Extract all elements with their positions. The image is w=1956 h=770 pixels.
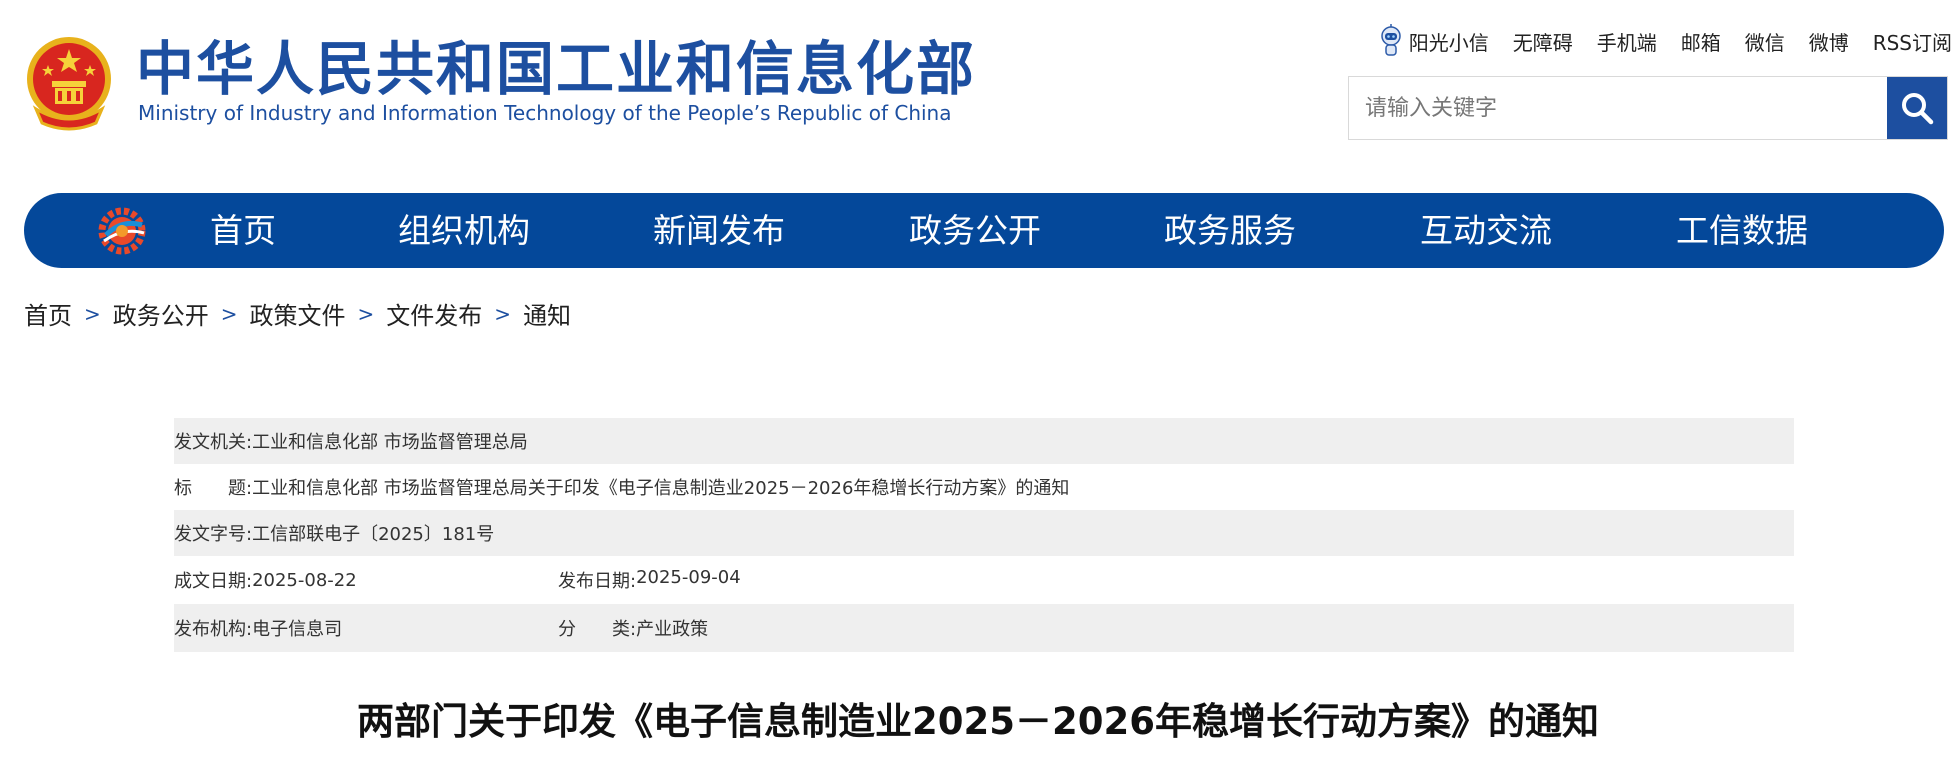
breadcrumb-document-release[interactable]: 文件发布 <box>386 296 482 331</box>
info-value-issuer: 工业和信息化部 市场监督管理总局 <box>252 432 528 453</box>
breadcrumb-separator: > <box>84 301 101 326</box>
nav-item-interaction[interactable]: 互动交流 <box>1420 193 1552 268</box>
breadcrumb-separator: > <box>494 301 512 326</box>
breadcrumb-notice[interactable]: 通知 <box>523 296 571 331</box>
top-link-mobile[interactable]: 手机端 <box>1597 27 1657 56</box>
breadcrumb-home[interactable]: 首页 <box>24 296 72 331</box>
document-info-table: 发文机关: 工业和信息化部 市场监督管理总局 标 题: 工业和信息化部 市场监督… <box>174 418 1794 652</box>
top-link-mail[interactable]: 邮箱 <box>1681 27 1721 56</box>
info-label: 发文字号: <box>174 524 253 545</box>
robot-assistant-icon <box>1380 24 1401 56</box>
info-label: 发文机关: <box>174 432 253 453</box>
breadcrumb: 首页 > 政务公开 > 政策文件 > 文件发布 > 通知 <box>24 296 571 331</box>
breadcrumb-policy-documents[interactable]: 政策文件 <box>250 296 346 331</box>
breadcrumb-separator: > <box>220 301 238 326</box>
info-value-publish-date: 2025-09-04 <box>636 567 741 588</box>
nav-item-news[interactable]: 新闻发布 <box>653 193 785 268</box>
info-label: 分 类: <box>558 619 637 640</box>
top-utility-links: 阳光小信 无障碍 手机端 邮箱 微信 微博 RSS订阅 <box>1379 24 1952 58</box>
top-link-wechat[interactable]: 微信 <box>1745 27 1785 56</box>
nav-item-government-services[interactable]: 政务服务 <box>1164 193 1296 268</box>
top-link-accessibility[interactable]: 无障碍 <box>1513 27 1573 56</box>
site-title-en: Ministry of Industry and Information Tec… <box>138 101 952 125</box>
site-title-cn: 中华人民共和国工业和信息化部 <box>136 35 977 103</box>
info-value-written-date: 2025-08-22 <box>252 569 357 591</box>
nav-item-organization[interactable]: 组织机构 <box>398 193 530 268</box>
nav-item-government-affairs[interactable]: 政务公开 <box>909 193 1041 268</box>
info-value-doc-number: 工信部联电子〔2025〕181号 <box>252 524 495 545</box>
info-row-issuer: 发文机关: 工业和信息化部 市场监督管理总局 <box>174 418 1794 464</box>
info-row-dates: 成文日期: 2025-08-22 发布日期: 2025-09-04 <box>174 556 1794 604</box>
info-row-agency: 发布机构: 电子信息司 分 类: 产业政策 <box>174 604 1794 652</box>
top-link-rss[interactable]: RSS订阅 <box>1873 27 1952 56</box>
search-input[interactable] <box>1349 77 1883 139</box>
magnifier-icon <box>1902 93 1934 125</box>
info-publish-date-cell: 发布日期: 2025-09-04 <box>558 567 741 593</box>
info-value-title: 工业和信息化部 市场监督管理总局关于印发《电子信息制造业2025－2026年稳增… <box>252 478 1070 499</box>
national-emblem-logo <box>27 37 111 131</box>
breadcrumb-government-affairs[interactable]: 政务公开 <box>113 296 209 331</box>
info-value-category: 产业政策 <box>636 619 709 640</box>
info-row-title: 标 题: 工业和信息化部 市场监督管理总局关于印发《电子信息制造业2025－20… <box>174 464 1794 510</box>
info-label: 成文日期: <box>174 571 253 592</box>
main-nav: 首页 组织机构 新闻发布 政务公开 政务服务 互动交流 工信数据 <box>24 193 1944 268</box>
ministry-gear-logo <box>98 207 146 255</box>
search-box <box>1348 76 1948 140</box>
info-row-doc-number: 发文字号: 工信部联电子〔2025〕181号 <box>174 510 1794 556</box>
info-label: 发布机构: <box>174 619 253 640</box>
info-label: 标 题: <box>174 478 253 499</box>
nav-item-data[interactable]: 工信数据 <box>1676 193 1808 268</box>
breadcrumb-separator: > <box>357 301 375 326</box>
top-link-weibo[interactable]: 微博 <box>1809 27 1849 56</box>
info-category-cell: 分 类: 产业政策 <box>558 615 708 641</box>
document-title: 两部门关于印发《电子信息制造业2025－2026年稳增长行动方案》的通知 <box>357 700 1599 743</box>
search-button[interactable] <box>1887 77 1947 139</box>
info-value-agency: 电子信息司 <box>252 619 343 640</box>
top-link-sunshine[interactable]: 阳光小信 <box>1379 24 1489 58</box>
info-label: 发布日期: <box>558 571 637 592</box>
top-link-label: 阳光小信 <box>1408 30 1489 55</box>
nav-item-home[interactable]: 首页 <box>210 193 276 268</box>
